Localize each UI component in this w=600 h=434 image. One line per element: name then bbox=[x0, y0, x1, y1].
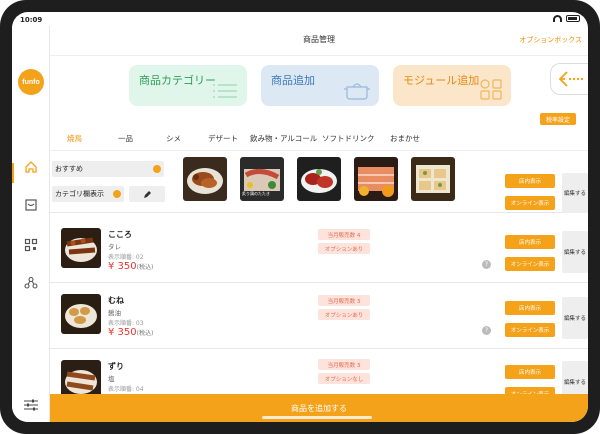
sidebar: funfo bbox=[12, 26, 50, 422]
category-display-toggle[interactable]: カテゴリ欄表示 bbox=[52, 186, 124, 202]
product-thumb-kokoro bbox=[61, 228, 101, 268]
product-display-order: 表示順番: 02 bbox=[108, 254, 144, 261]
product-name: こころ bbox=[108, 230, 132, 239]
featured-row: おすすめ カテゴリ欄表示 炙り鶏のたたき 店内表示 オンライン表示 編集する bbox=[50, 153, 588, 213]
page-title: 商品管理 bbox=[303, 35, 335, 44]
add-product-card[interactable]: 商品追加 bbox=[261, 65, 379, 106]
pot-icon bbox=[344, 83, 370, 100]
sidebar-active-indicator bbox=[12, 163, 14, 183]
share-network-icon[interactable] bbox=[22, 274, 40, 292]
tab-dessert[interactable]: デザート bbox=[208, 133, 238, 144]
option-status-tag: オプションあり bbox=[318, 243, 370, 254]
home-indicator bbox=[262, 416, 372, 419]
featured-thumb-3[interactable] bbox=[297, 157, 341, 201]
tab-shime[interactable]: シメ bbox=[166, 133, 181, 144]
list-icon bbox=[213, 84, 237, 98]
tab-soft-drinks[interactable]: ソフトドリンク bbox=[322, 133, 375, 144]
qr-code-icon[interactable] bbox=[22, 236, 40, 254]
featured-thumb-2[interactable]: 炙り鶏のたたき bbox=[240, 157, 284, 201]
recommended-dot bbox=[153, 165, 161, 173]
arrow-left-icon bbox=[558, 71, 584, 87]
product-display-order: 表示順番: 03 bbox=[108, 320, 144, 327]
product-thumb-mune bbox=[61, 294, 101, 334]
collapse-panel-button[interactable] bbox=[550, 63, 588, 95]
product-sauce: 塩 bbox=[108, 375, 115, 383]
recommended-toggle[interactable]: おすすめ bbox=[52, 161, 164, 177]
settings-sliders-icon[interactable] bbox=[22, 396, 40, 414]
pencil-icon bbox=[143, 190, 151, 198]
tax-included-label: (税込) bbox=[136, 330, 154, 337]
product-price: ¥ 350(税込) bbox=[108, 327, 153, 338]
grid-module-icon bbox=[480, 79, 502, 100]
home-icon[interactable] bbox=[22, 158, 40, 176]
product-name: ずり bbox=[108, 362, 124, 371]
header: 商品管理 オプションボックス bbox=[50, 26, 588, 56]
edit-product-button[interactable]: 編集する bbox=[562, 297, 588, 339]
price-value: ¥ 350 bbox=[108, 261, 137, 272]
featured-thumb-1[interactable] bbox=[183, 157, 227, 201]
featured-store-display-button[interactable]: 店内表示 bbox=[505, 174, 555, 188]
category-display-label: カテゴリ欄表示 bbox=[55, 190, 104, 198]
tax-included-label: (税込) bbox=[136, 264, 154, 271]
module-add-label: モジュール追加 bbox=[403, 74, 480, 87]
category-display-dot bbox=[113, 190, 121, 198]
option-box-link[interactable]: オプションボックス bbox=[519, 35, 582, 45]
product-category-label: 商品カテゴリー bbox=[139, 74, 216, 87]
online-display-button[interactable]: オンライン表示 bbox=[505, 257, 555, 271]
recommended-label: おすすめ bbox=[55, 165, 83, 173]
add-product-label: 商品追加 bbox=[271, 74, 315, 87]
help-icon[interactable]: ? bbox=[482, 260, 491, 269]
monthly-sales-tag: 当月販売数 3 bbox=[318, 295, 370, 306]
product-category-card[interactable]: 商品カテゴリー bbox=[129, 65, 247, 106]
featured-thumb-caption: 炙り鶏のたたき bbox=[242, 191, 270, 196]
module-add-card[interactable]: モジュール追加 bbox=[393, 65, 511, 106]
edit-featured-button[interactable] bbox=[129, 186, 165, 202]
tab-drinks-alcohol[interactable]: 飲み物・アルコール bbox=[250, 133, 317, 144]
tax-setting-button[interactable]: 税率設定 bbox=[540, 113, 576, 125]
product-row[interactable]: こころ タレ 表示順番: 02 ¥ 350(税込) 当月販売数 4 オプションあ… bbox=[50, 219, 588, 283]
tab-omakase[interactable]: おまかせ bbox=[390, 133, 420, 144]
battery-icon bbox=[566, 15, 580, 22]
product-price: ¥ 350(税込) bbox=[108, 261, 153, 272]
price-value: ¥ 350 bbox=[108, 327, 137, 338]
app-screen: 10:09 funfo 商品管理 オプションボックス 商品カテゴリー 商品追加 … bbox=[12, 12, 588, 422]
option-status-tag: オプションなし bbox=[318, 373, 370, 384]
featured-thumb-5[interactable] bbox=[411, 157, 455, 201]
store-display-button[interactable]: 店内表示 bbox=[505, 301, 555, 315]
online-display-button[interactable]: オンライン表示 bbox=[505, 323, 555, 337]
featured-thumb-4[interactable] bbox=[354, 157, 398, 201]
status-time: 10:09 bbox=[20, 16, 43, 24]
option-status-tag: オプションあり bbox=[318, 309, 370, 320]
help-icon[interactable]: ? bbox=[482, 326, 491, 335]
status-icons bbox=[553, 15, 580, 22]
device-frame: 10:09 funfo 商品管理 オプションボックス 商品カテゴリー 商品追加 … bbox=[0, 0, 600, 434]
edit-product-button[interactable]: 編集する bbox=[562, 231, 588, 273]
featured-online-display-button[interactable]: オンライン表示 bbox=[505, 196, 555, 210]
product-row[interactable]: むね 醤油 表示順番: 03 ¥ 350(税込) 当月販売数 3 オプションあり… bbox=[50, 285, 588, 349]
monthly-sales-tag: 当月販売数 3 bbox=[318, 359, 370, 370]
store-display-button[interactable]: 店内表示 bbox=[505, 235, 555, 249]
product-display-order: 表示順番: 04 bbox=[108, 386, 144, 393]
store-display-button[interactable]: 店内表示 bbox=[505, 365, 555, 379]
order-box-icon[interactable] bbox=[22, 196, 40, 214]
monthly-sales-tag: 当月販売数 4 bbox=[318, 229, 370, 240]
product-sauce: タレ bbox=[108, 243, 121, 251]
product-name: むね bbox=[108, 296, 124, 305]
category-tabs: 焼鳥 一品 シメ デザート 飲み物・アルコール ソフトドリンク おまかせ bbox=[50, 129, 588, 151]
tab-yakitori[interactable]: 焼鳥 bbox=[67, 133, 82, 144]
tab-ippin[interactable]: 一品 bbox=[118, 133, 133, 144]
wifi-icon bbox=[553, 15, 562, 22]
product-sauce: 醤油 bbox=[108, 309, 121, 317]
brand-logo: funfo bbox=[18, 69, 44, 95]
add-product-bar-label: 商品を追加する bbox=[291, 403, 347, 413]
featured-edit-button[interactable]: 編集する bbox=[562, 173, 588, 213]
